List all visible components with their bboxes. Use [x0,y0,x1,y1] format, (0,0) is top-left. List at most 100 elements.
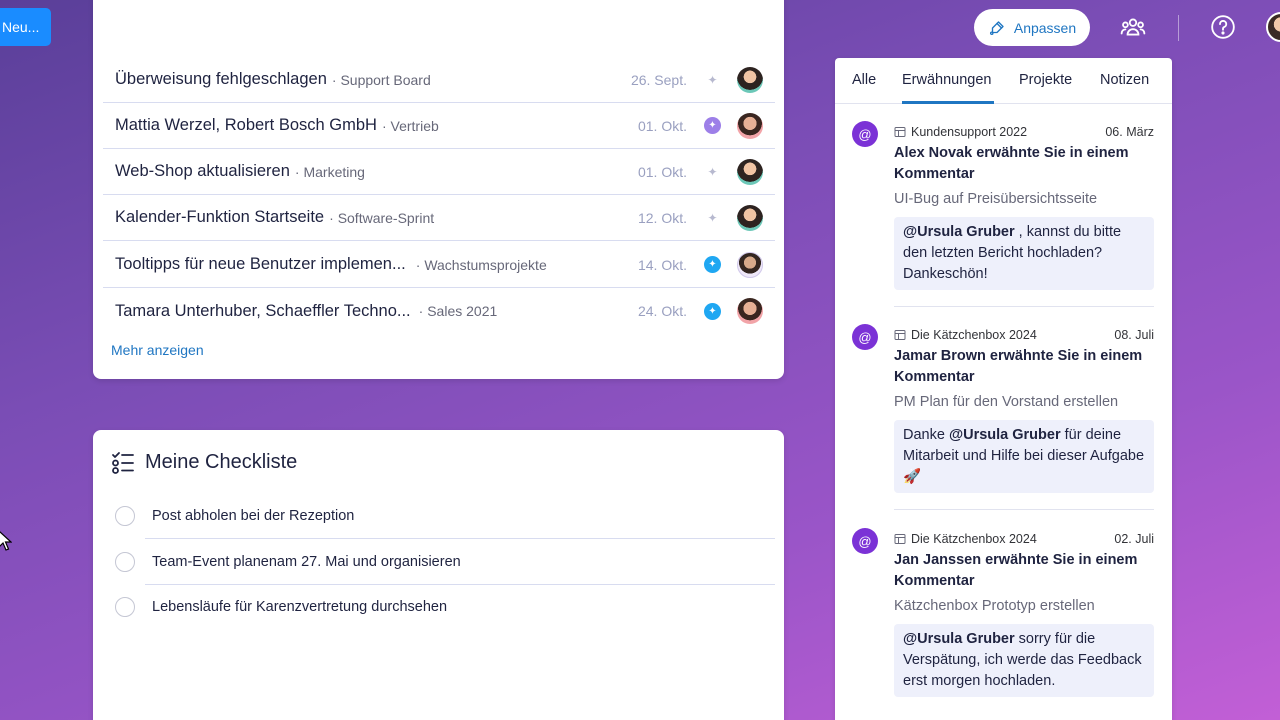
mention-title: Jamar Brown erwähnte Sie in einem Kommen… [894,348,1143,385]
update-title: Kalender-Funktion Startseite [115,208,325,226]
update-board: Sales 2021 [419,303,497,319]
user-avatar[interactable] [1266,12,1280,42]
board-icon [894,534,906,544]
updates-card: Überweisung fehlgeschlagen Support Board… [93,0,784,379]
mention-item[interactable]: @ Die Kätzchenbox 2024 08. Juli Jamar Br… [835,324,1172,524]
tab-mentions[interactable]: Erwähnungen [902,72,992,88]
mentioned-user[interactable]: @Ursula Gruber [903,631,1015,647]
mention-board: Die Kätzchenbox 2024 [894,328,1037,342]
topbar-divider [1178,15,1179,41]
update-date: 01. Okt. [637,117,687,134]
update-board: Vertrieb [382,118,439,134]
checklist-item[interactable]: Post abholen bei der Rezeption [115,493,775,539]
divider [894,306,1154,307]
update-date: 12. Okt. [637,209,687,226]
update-board: Wachstumsprojekte [416,257,546,273]
checklist-header: Meine Checkliste [111,450,297,474]
mention-board-name: Kundensupport 2022 [911,125,1028,139]
mention-item-name[interactable]: UI-Bug auf Preisübersichtsseite [894,191,1097,207]
mention-item[interactable]: @ Kundensupport 2022 06. März Alex Novak… [835,121,1172,321]
mention-item[interactable]: @ Die Kätzchenbox 2024 02. Juli Jan Jans… [835,528,1172,720]
update-row[interactable]: Kalender-Funktion Startseite Software-Sp… [103,195,775,241]
checklist-item-label: Team-Event planenam 27. Mai und organisi… [152,554,461,570]
mouse-cursor-icon [0,531,12,551]
update-board: Marketing [295,164,364,180]
update-row[interactable]: Tamara Unterhuber, Schaeffler Techno... … [103,288,775,334]
mention-title: Jan Janssen erwähnte Sie in einem Kommen… [894,552,1138,589]
checklist-card: Meine Checkliste Post abholen bei der Re… [93,430,784,720]
update-row[interactable]: Web-Shop aktualisieren Marketing 01. Okt… [103,149,775,195]
pin-icon[interactable]: ✦ [704,302,721,320]
checklist-item-label: Post abholen bei der Rezeption [152,508,355,524]
mention-item-name[interactable]: PM Plan für den Vorstand erstellen [894,394,1118,410]
update-title: Tamara Unterhuber, Schaeffler Techno... [115,301,411,320]
update-row[interactable]: Tooltipps für neue Benutzer implemen... … [103,242,775,288]
mention-comment: Danke @Ursula Gruber für deine Mitarbeit… [894,420,1154,493]
board-icon [894,330,906,340]
tab-notes[interactable]: Notizen [1100,72,1149,88]
tab-bar: Alle Erwähnungen Projekte Notizen [835,58,1172,104]
update-row[interactable]: Mattia Werzel, Robert Bosch GmbH Vertrie… [103,103,775,149]
checklist-icon [112,452,134,474]
checklist-item[interactable]: Team-Event planenam 27. Mai und organisi… [115,539,775,585]
divider [894,509,1154,510]
avatar [737,204,763,231]
mentioned-user[interactable]: @Ursula Gruber [903,224,1015,240]
mentioned-user[interactable]: @Ursula Gruber [949,427,1061,443]
customize-button[interactable]: Anpassen [974,9,1090,46]
update-title: Tooltipps für neue Benutzer implemen... [115,255,406,273]
tab-projects[interactable]: Projekte [1019,72,1072,88]
at-icon: @ [852,528,878,554]
mention-comment: @Ursula Gruber sorry für die Verspätung,… [894,624,1154,697]
mention-date: 08. Juli [1114,328,1154,342]
mention-date: 02. Juli [1114,532,1154,546]
update-date: 01. Okt. [637,163,687,180]
avatar [737,112,763,139]
at-icon: @ [852,121,878,147]
update-title: Web-Shop aktualisieren [115,162,290,180]
comment-prefix: Danke [903,427,949,443]
checklist-title: Meine Checkliste [145,450,298,473]
mention-board-name: Die Kätzchenbox 2024 [911,532,1037,546]
update-date: 14. Okt. [637,256,687,273]
mention-board: Kundensupport 2022 [894,125,1027,139]
mention-board-name: Die Kätzchenbox 2024 [911,328,1037,342]
mention-board: Die Kätzchenbox 2024 [894,532,1037,546]
pin-icon[interactable]: ✦ [704,209,721,226]
pin-icon[interactable]: ✦ [704,256,721,273]
mention-title: Alex Novak erwähnte Sie in einem Komment… [894,145,1129,182]
avatar [737,158,763,185]
pin-icon[interactable]: ✦ [704,117,721,134]
active-tab-indicator [902,101,994,104]
show-more-link[interactable]: Mehr anzeigen [111,342,204,358]
checkbox[interactable] [115,506,135,526]
mention-comment: @Ursula Gruber , kannst du bitte den let… [894,217,1154,290]
update-row[interactable]: Überweisung fehlgeschlagen Support Board… [103,57,775,103]
help-icon[interactable] [1208,12,1238,42]
checklist-item[interactable]: Lebensläufe für Karenzvertretung durchse… [115,584,775,630]
board-icon [894,127,906,137]
team-icon[interactable] [1118,12,1148,42]
new-item-button[interactable]: Neu... [0,8,51,46]
mention-item-name[interactable]: Kätzchenbox Prototyp erstellen [894,598,1095,614]
checklist-item-label: Lebensläufe für Karenzvertretung durchse… [152,599,448,615]
avatar [737,251,763,278]
paint-brush-icon [989,20,1004,35]
mention-date: 06. März [1105,125,1154,139]
pin-icon[interactable]: ✦ [704,163,721,180]
avatar [737,66,763,93]
at-icon: @ [852,324,878,350]
update-title: Mattia Werzel, Robert Bosch GmbH [115,116,377,134]
checkbox[interactable] [115,597,135,617]
inbox-panel: Alle Erwähnungen Projekte Notizen @ Kund… [835,58,1172,720]
pin-icon[interactable]: ✦ [704,71,721,88]
customize-label: Anpassen [1013,19,1077,36]
update-board: Software-Sprint [329,210,434,226]
update-date: 26. Sept. [630,71,687,88]
tab-all[interactable]: Alle [852,72,876,88]
update-title: Überweisung fehlgeschlagen [115,70,327,88]
update-board: Support Board [332,72,430,88]
checkbox[interactable] [115,552,135,572]
update-date: 24. Okt. [637,303,687,319]
avatar [737,298,763,324]
